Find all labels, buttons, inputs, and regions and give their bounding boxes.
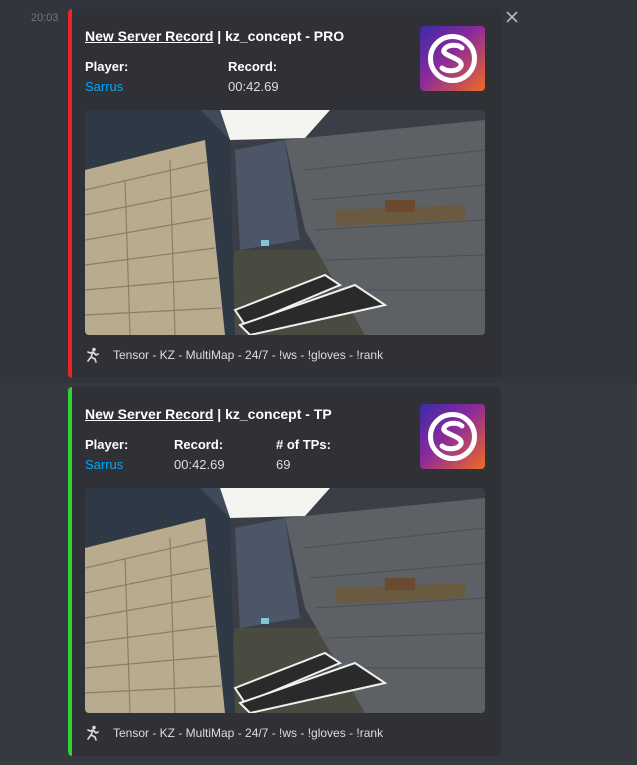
embed-title: New Server Record | kz_concept - TP <box>85 406 332 422</box>
field-name: Record: <box>228 59 278 74</box>
embed-footer: Tensor - KZ - MultiMap - 24/7 - !ws - !g… <box>85 346 383 364</box>
runner-icon <box>85 347 101 363</box>
embed-title: New Server Record | kz_concept - PRO <box>85 28 344 44</box>
field-name: Player: <box>85 59 129 74</box>
field-record: Record: 00:42.69 <box>174 437 225 472</box>
field-value: 69 <box>276 457 291 472</box>
player-link[interactable]: Sarrus <box>85 79 128 94</box>
embed-title-rest: | kz_concept - PRO <box>213 28 345 44</box>
server-logo-icon[interactable] <box>420 26 485 91</box>
embed-title-link[interactable]: New Server Record <box>85 406 213 422</box>
embed-footer: Tensor - KZ - MultiMap - 24/7 - !ws - !g… <box>85 724 383 742</box>
message-group-1: 20:03 New Server Record | kz_concept - P… <box>0 0 637 383</box>
record-embed-pro: New Server Record | kz_concept - PRO Pla… <box>68 9 501 378</box>
embed-title-rest: | kz_concept - TP <box>213 406 332 422</box>
footer-text: Tensor - KZ - MultiMap - 24/7 - !ws - !g… <box>113 726 384 740</box>
record-embed-tp: New Server Record | kz_concept - TP Play… <box>68 387 501 756</box>
field-value: 00:42.69 <box>228 79 279 94</box>
field-player: Player: Sarrus <box>85 437 128 472</box>
map-screenshot-image[interactable] <box>85 110 485 335</box>
runner-icon <box>85 725 101 741</box>
footer-text: Tensor - KZ - MultiMap - 24/7 - !ws - !g… <box>113 348 384 362</box>
server-logo-icon[interactable] <box>420 404 485 469</box>
embed-accent-bar <box>68 387 72 756</box>
map-screenshot-image[interactable] <box>85 488 485 713</box>
field-value: 00:42.69 <box>174 457 225 472</box>
embed-accent-bar <box>68 9 72 378</box>
field-name: Player: <box>85 437 129 452</box>
field-player: Player: Sarrus <box>85 59 128 94</box>
embed-title-link[interactable]: New Server Record <box>85 28 213 44</box>
field-name: Record: <box>174 437 224 452</box>
message-group-2: New Server Record | kz_concept - TP Play… <box>0 383 637 765</box>
player-link[interactable]: Sarrus <box>85 457 128 472</box>
field-tps: # of TPs: 69 <box>276 437 331 472</box>
message-timestamp: 20:03 <box>31 12 59 24</box>
close-icon[interactable] <box>503 8 521 26</box>
field-name: # of TPs: <box>276 437 331 452</box>
field-record: Record: 00:42.69 <box>228 59 279 94</box>
